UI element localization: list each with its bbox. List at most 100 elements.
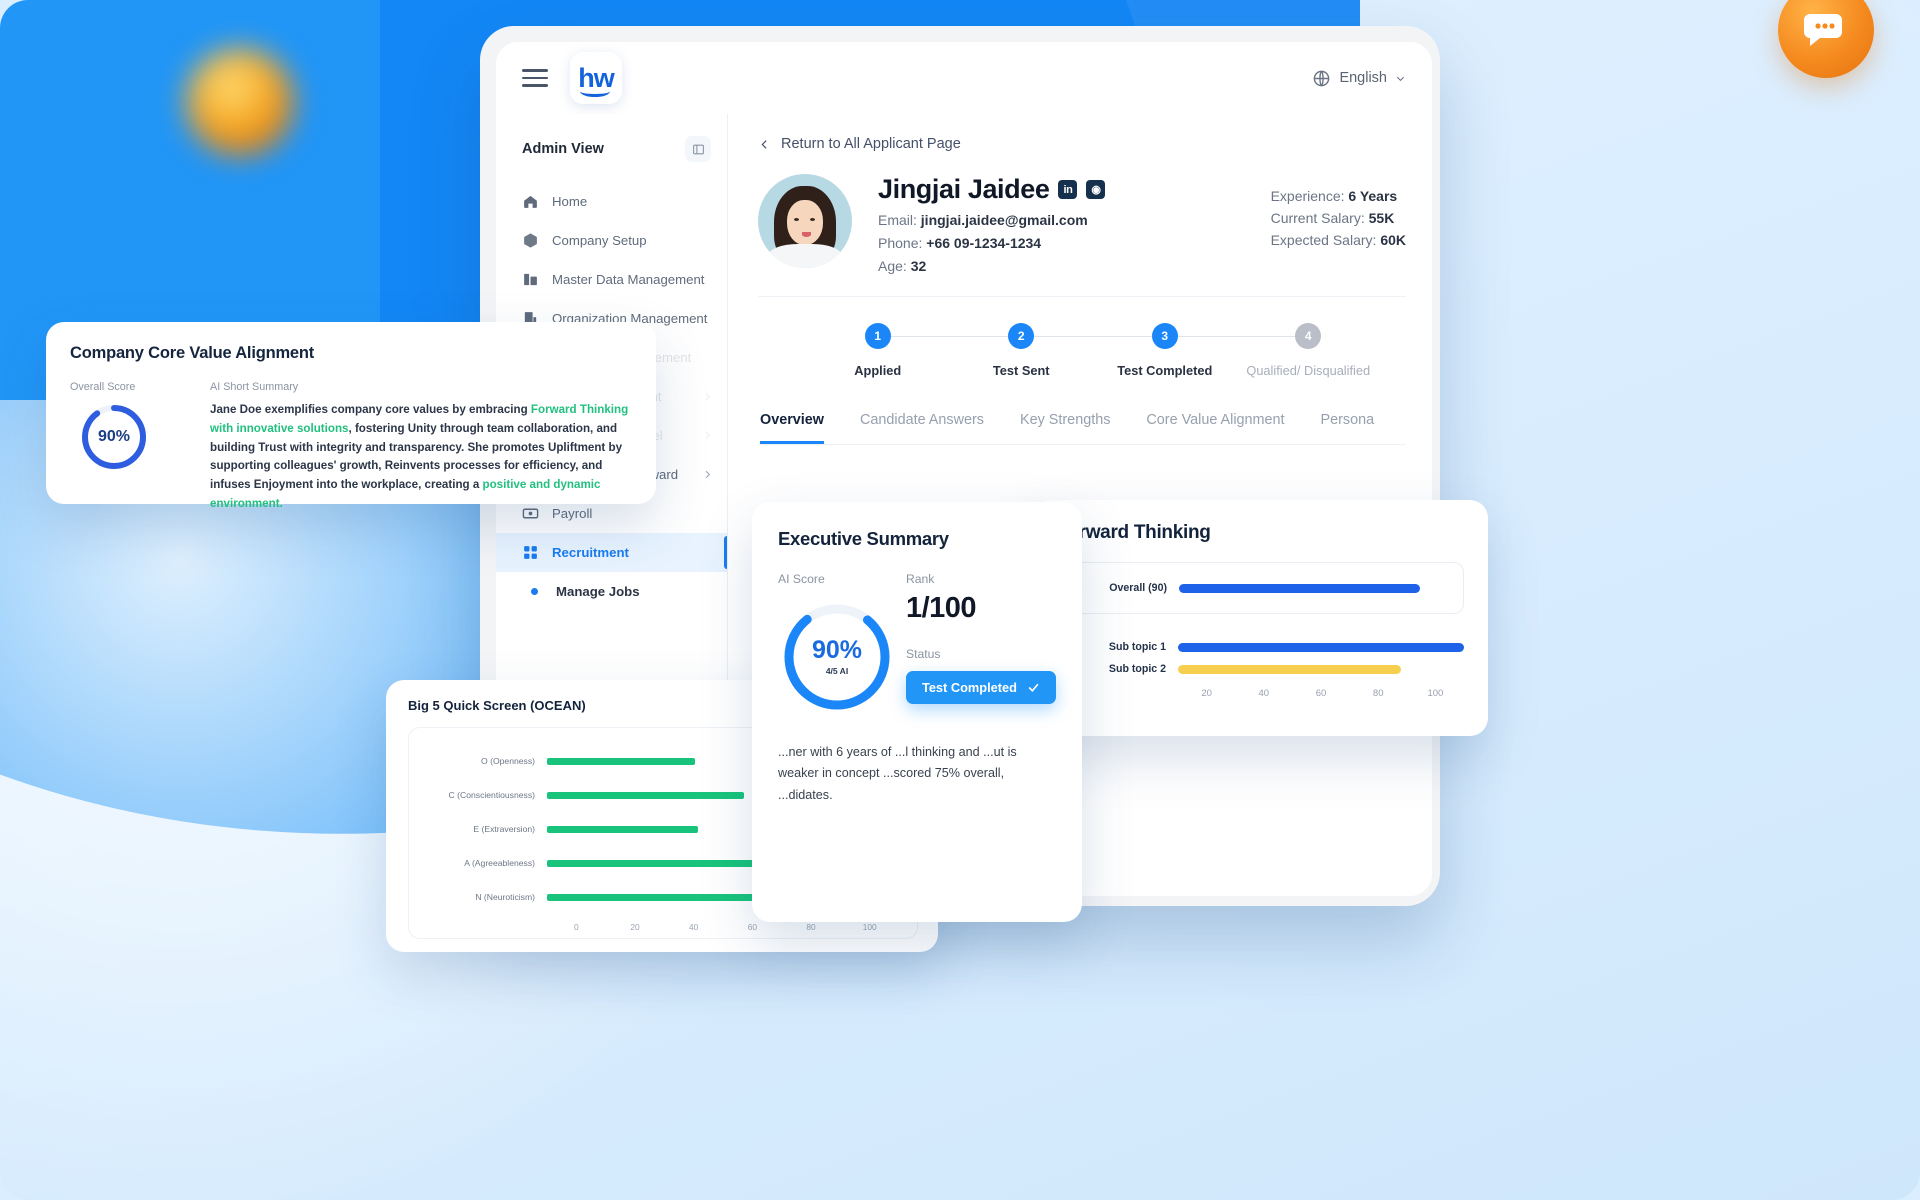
candidate-profile-row: Jingjai Jaidee in ◉ Email: jingjai.jaide…	[758, 174, 1406, 274]
ai-score-label: AI Score	[778, 572, 825, 586]
experience-value: 6 Years	[1348, 188, 1398, 204]
rank-value: 1/100	[905, 592, 977, 624]
age-value: 32	[910, 258, 927, 274]
expected-salary-label: Expected Salary:	[1270, 232, 1377, 248]
forward-thinking-card: Forward Thinking Overall (90) Sub topic …	[1032, 500, 1488, 736]
stepper-step[interactable]: 4 Qualified/ Disqualified	[1237, 323, 1381, 378]
sidebar-collapse-button[interactable]	[685, 136, 711, 162]
chevron-left-icon	[761, 139, 767, 149]
axis-tick: 100	[862, 922, 877, 932]
tab-persona[interactable]: Persona	[1321, 412, 1375, 444]
axis-tick: 60	[1315, 688, 1327, 699]
globe-icon	[1314, 70, 1330, 86]
bar-row: Sub topic 2	[1056, 658, 1464, 680]
sidebar-item-company-setup[interactable]: Company Setup	[496, 221, 727, 260]
core-value-card-title: Company Core Value Alignment	[70, 344, 315, 362]
tab-candidate-answers[interactable]: Candidate Answers	[860, 412, 984, 444]
big5-bar-fill	[547, 791, 745, 799]
candidate-identity: Jingjai Jaidee in ◉ Email: jingjai.jaide…	[878, 174, 1106, 274]
axis-tick: 80	[806, 922, 816, 932]
axis-tick: 100	[1427, 688, 1444, 699]
box-icon	[524, 233, 537, 248]
executive-summary-card: Executive Summary AI Score 90% 4/5 AI Ra…	[752, 502, 1082, 922]
sidebar-item-label: Recruitment	[552, 545, 629, 560]
stepper-bubble: 2	[1008, 323, 1035, 349]
current-salary-line: Current Salary: 55K	[1271, 210, 1406, 226]
current-salary-label: Current Salary:	[1270, 210, 1365, 226]
detail-tabs: Overview Candidate Answers Key Strengths Co…	[758, 412, 1406, 445]
big5-bar-fill	[547, 825, 699, 833]
core-value-summary-block: AI Short Summary Jane Doe exemplifies co…	[210, 381, 630, 514]
check-icon	[1028, 683, 1039, 692]
dot-icon	[531, 588, 538, 595]
expected-salary-value: 60K	[1380, 232, 1406, 248]
axis-tick: 40	[689, 922, 699, 932]
grid-icon	[524, 546, 537, 559]
bar-fill	[1179, 583, 1421, 593]
ai-score-block: AI Score 90% 4/5 AI	[778, 572, 898, 716]
chevron-right-icon	[705, 431, 711, 440]
big5-x-axis: 0 20 40 60 80 100	[409, 922, 899, 932]
big5-bar-fill	[547, 757, 695, 765]
stepper-step[interactable]: 2 Test Sent	[950, 323, 1165, 378]
candidate-email-line: Email: jingjai.jaidee@gmail.com	[878, 212, 1105, 228]
bar-track	[1178, 642, 1464, 652]
candidate-phone-line: Phone: +66 09-1234-1234	[878, 235, 1105, 251]
stepper-bubble: 3	[1151, 323, 1178, 349]
overall-score-value: 90%	[97, 428, 131, 445]
status-badge[interactable]: Test Completed	[905, 671, 1056, 704]
big5-bar-label: O (Openness)	[481, 756, 535, 766]
axis-tick: 20	[630, 922, 640, 932]
stepper-step[interactable]: 1 Applied	[806, 323, 1021, 378]
big5-bar-label: C (Conscientiousness)	[448, 790, 535, 800]
tab-core-value-alignment[interactable]: Core Value Alignment	[1146, 412, 1284, 444]
chevron-right-icon	[705, 470, 711, 479]
stepper-bubble: 1	[864, 323, 891, 349]
sidebar-item-manage-jobs[interactable]: Manage Jobs	[496, 572, 727, 611]
orange-orb-decoration	[186, 48, 294, 156]
chevron-down-icon	[1396, 76, 1405, 81]
return-to-applicants-link[interactable]: Return to All Applicant Page	[758, 136, 1406, 152]
big5-bar-label: A (Agreeableness)	[464, 858, 535, 868]
expected-salary-line: Expected Salary: 60K	[1271, 232, 1406, 248]
sidebar-item-recruitment[interactable]: Recruitment	[496, 533, 727, 572]
ai-short-summary-label: AI Short Summary	[210, 381, 299, 393]
application-stepper: 1 Applied 2 Test Sent 3 Test Completed 4 Qualif…	[758, 323, 1406, 378]
axis-tick: 0	[574, 922, 579, 932]
candidate-age-line: Age: 32	[878, 258, 1105, 274]
axis-tick: 20	[1201, 688, 1212, 699]
candidate-name-line: Jingjai Jaidee in ◉	[878, 174, 1106, 205]
sidebar-item-home[interactable]: Home	[496, 182, 727, 221]
experience-label: Experience:	[1270, 188, 1345, 204]
axis-tick: 60	[747, 922, 758, 932]
sidebar-header: Admin View	[496, 136, 727, 162]
age-label: Age:	[878, 258, 907, 274]
core-value-score-block: Overall Score 90%	[70, 381, 182, 514]
email-value: jingjai.jaidee@gmail.com	[920, 212, 1088, 228]
axis-tick: 40	[1258, 688, 1270, 699]
brand-logo-tile[interactable]: hw	[570, 52, 622, 104]
hamburger-menu-icon[interactable]	[522, 64, 548, 92]
bar-track	[1178, 664, 1464, 674]
summary-text-run: Jane Doe exemplifies company core values…	[210, 403, 531, 416]
linkedin-icon[interactable]: in	[1058, 180, 1078, 199]
big5-bar-label: N (Neuroticism)	[475, 892, 535, 902]
tab-overview[interactable]: Overview	[760, 412, 824, 444]
stepper-step[interactable]: 3 Test Completed	[1093, 323, 1308, 378]
language-selector[interactable]: English	[1312, 69, 1406, 88]
candidate-employment-meta: Experience: 6 Years Current Salary: 55K …	[1271, 174, 1406, 248]
stepper-label: Test Sent	[992, 363, 1050, 378]
tab-key-strengths[interactable]: Key Strengths	[1020, 412, 1110, 444]
forward-thinking-overall-box: Overall (90)	[1056, 562, 1464, 614]
email-label: Email:	[878, 212, 917, 228]
profile-link-icon[interactable]: ◉	[1086, 180, 1106, 199]
forward-thinking-subtopics: Sub topic 1 Sub topic 2 20 40 60 80 100	[1056, 636, 1464, 699]
return-link-label: Return to All Applicant Page	[781, 136, 961, 152]
executive-summary-title: Executive Summary	[778, 528, 949, 549]
current-salary-value: 55K	[1368, 210, 1395, 226]
bar-fill	[1178, 642, 1464, 652]
sidebar-item-master-data-management[interactable]: Master Data Management	[496, 260, 727, 299]
ai-score-value: 90%	[811, 636, 863, 664]
stepper-label: Qualified/ Disqualified	[1246, 363, 1371, 378]
rank-status-block: Rank 1/100 Status Test Completed	[898, 572, 1056, 716]
